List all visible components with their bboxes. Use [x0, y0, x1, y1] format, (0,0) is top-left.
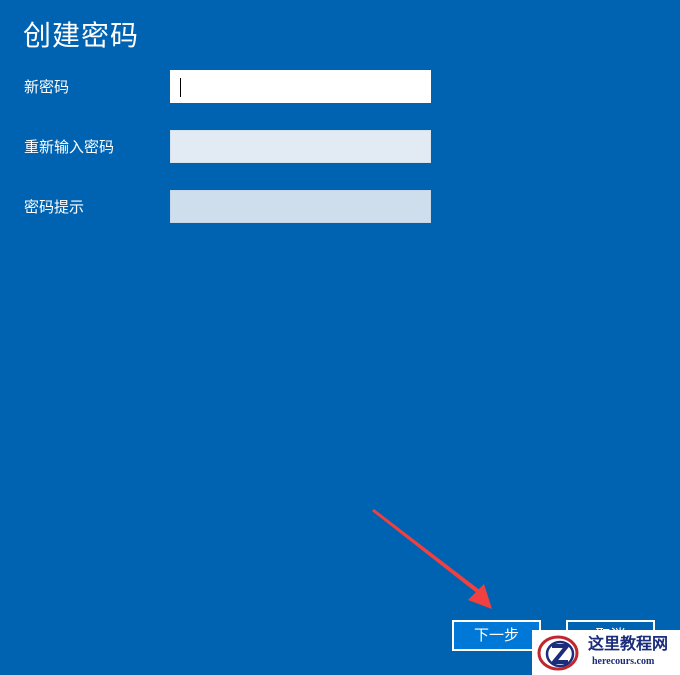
- new-password-row: 新密码: [0, 70, 680, 104]
- password-hint-row: 密码提示: [0, 190, 680, 224]
- password-hint-label: 密码提示: [24, 198, 85, 216]
- next-button[interactable]: 下一步: [452, 620, 541, 651]
- watermark: 这里教程网 herecours.com: [532, 630, 680, 675]
- page-title: 创建密码: [23, 19, 140, 52]
- confirm-password-label: 重新输入密码: [24, 138, 115, 156]
- new-password-label: 新密码: [24, 78, 70, 96]
- watermark-logo-icon: [537, 635, 579, 671]
- confirm-password-row: 重新输入密码: [0, 130, 680, 164]
- watermark-url: herecours.com: [592, 656, 655, 667]
- confirm-password-input[interactable]: [170, 130, 431, 163]
- text-caret: [180, 78, 181, 97]
- watermark-title: 这里教程网: [588, 634, 669, 653]
- password-hint-input[interactable]: [170, 190, 431, 223]
- new-password-input[interactable]: [170, 70, 431, 103]
